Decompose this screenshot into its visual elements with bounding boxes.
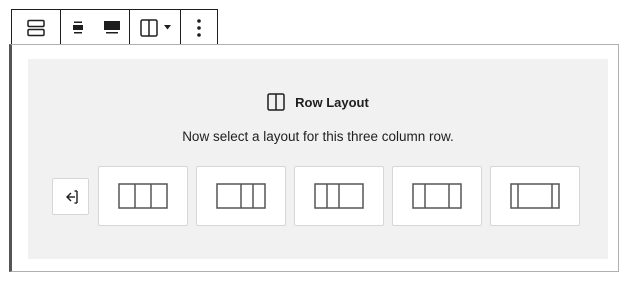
align-full-width-button[interactable] — [95, 10, 129, 45]
columns-icon — [139, 18, 158, 37]
caret-down-icon — [163, 25, 171, 30]
layout-option-equal[interactable] — [98, 166, 188, 226]
block-toolbar — [11, 9, 218, 45]
row-block[interactable]: Row Layout Now select a layout for this … — [9, 44, 619, 272]
align-center-button[interactable] — [61, 10, 95, 45]
align-full-width-icon — [104, 20, 120, 33]
layout-options — [52, 166, 582, 226]
toolbar-group-more — [180, 10, 217, 45]
columns-icon — [267, 93, 285, 111]
layout-wide-center-icon — [510, 183, 560, 209]
row-layout-placeholder: Row Layout Now select a layout for this … — [28, 59, 608, 259]
layout-equal-icon — [118, 183, 168, 209]
align-center-icon — [73, 21, 83, 33]
block-switcher-button[interactable] — [12, 10, 60, 45]
toolbar-group-layout — [129, 10, 180, 45]
layout-left-half-icon — [216, 183, 266, 209]
layout-option-left-half[interactable] — [196, 166, 286, 226]
layout-center-half-icon — [412, 183, 462, 209]
layout-option-right-half[interactable] — [294, 166, 384, 226]
toolbar-group-block-switcher — [12, 10, 60, 45]
more-options-button[interactable] — [181, 10, 217, 45]
toolbar-group-alignment — [60, 10, 129, 45]
block-row-icon — [27, 19, 45, 36]
layout-option-center-half[interactable] — [392, 166, 482, 226]
more-options-icon — [197, 18, 201, 37]
placeholder-header: Row Layout — [28, 92, 608, 112]
layout-right-half-icon — [314, 183, 364, 209]
change-layout-button[interactable] — [130, 10, 180, 45]
back-button[interactable] — [52, 178, 89, 215]
placeholder-instructions: Now select a layout for this three colum… — [182, 129, 454, 144]
back-arrow-icon — [65, 189, 78, 204]
layout-option-wide-center[interactable] — [490, 166, 580, 226]
placeholder-title: Row Layout — [295, 94, 369, 110]
